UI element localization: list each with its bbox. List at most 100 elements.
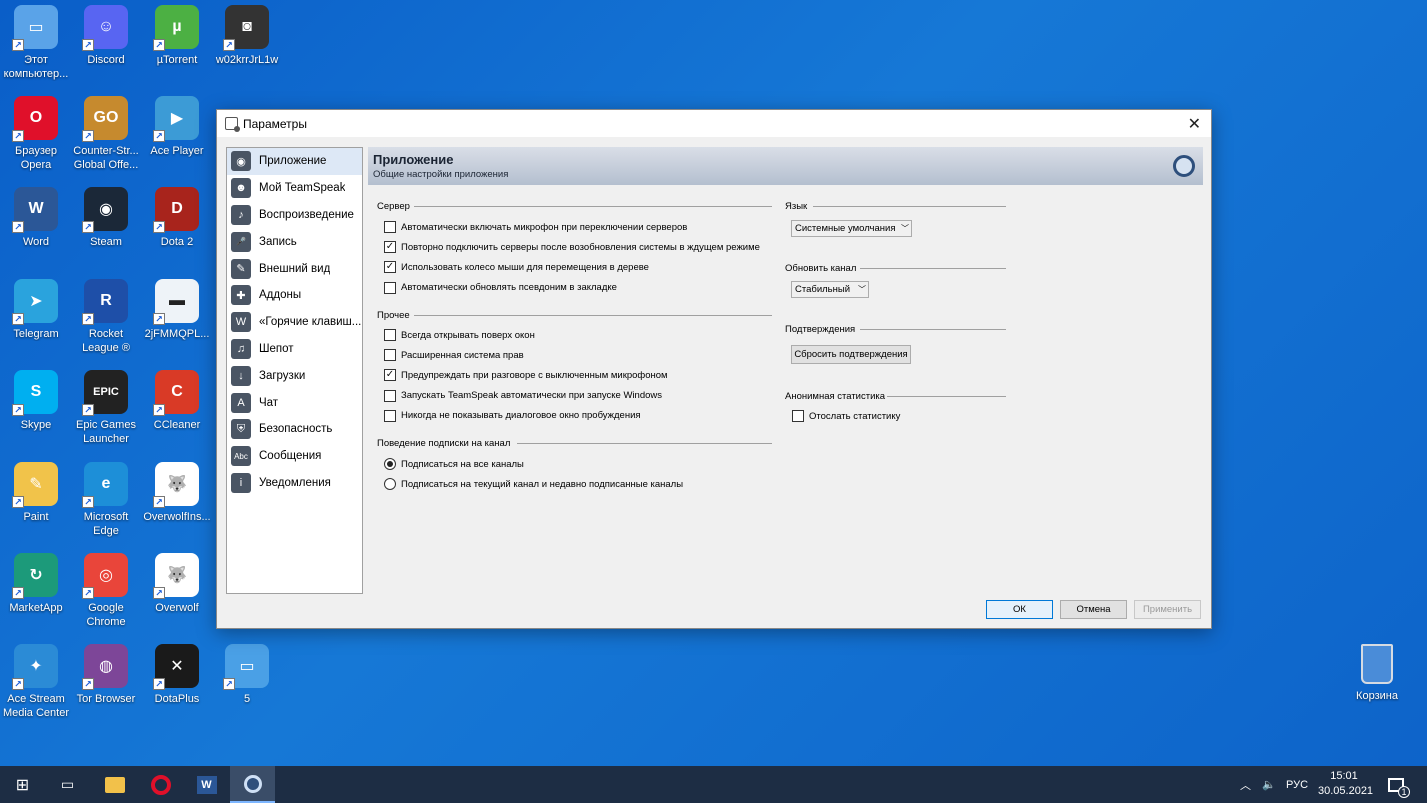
checkbox-box[interactable] [792,410,804,422]
nav-downloads[interactable]: ↓ Загрузки [227,362,362,389]
server-group-label: Сервер [377,201,410,212]
task-view-button[interactable]: ▭ [45,766,90,803]
desktop-shortcut[interactable]: ↻ ↗ MarketApp [0,553,72,641]
radio-button[interactable] [384,478,396,491]
cancel-button[interactable]: Отмена [1060,600,1127,619]
ok-button[interactable]: ОК [986,600,1053,619]
nav-notifications[interactable]: i Уведомления [227,470,362,497]
checkbox-box[interactable]: ✓ [384,261,396,274]
desktop-shortcut[interactable]: ▶ ↗ Ace Player [141,96,213,184]
nav-application[interactable]: ◉ Приложение [227,148,362,175]
shortcut-arrow-icon: ↗ [153,404,165,416]
checkbox-option[interactable]: Автоматически включать микрофон при пере… [384,221,687,233]
shortcut-arrow-icon: ↗ [12,404,24,416]
checkbox-box[interactable] [384,281,396,294]
nav-whisper[interactable]: ♫ Шепот [227,336,362,363]
nav-capture[interactable]: 🎤 Запись [227,228,362,255]
update-channel-select[interactable]: Стабильный ﹀ [791,281,869,298]
chevron-down-icon: ﹀ [901,224,909,233]
desktop-shortcut[interactable]: ▬ ↗ 2jFMMQPL... [141,279,213,367]
action-center-button[interactable]: 1 [1388,766,1410,803]
radio-button[interactable] [384,458,396,470]
checkbox-box[interactable]: ✓ [384,241,396,254]
desktop-shortcut[interactable]: ▭ ↗ Этот компьютер... [0,5,72,93]
nav-my-teamspeak[interactable]: ☻ Мой TeamSpeak [227,175,362,202]
clock[interactable]: 15:01 30.05.2021 [1318,769,1373,799]
close-icon[interactable]: ✕ [1188,114,1201,134]
language-select[interactable]: Системные умолчания ﹀ [791,220,912,237]
nav-design[interactable]: ✎ Внешний вид [227,255,362,282]
nav-chat[interactable]: A Чат [227,389,362,416]
desktop-shortcut[interactable]: ✕ ↗ DotaPlus [141,644,213,732]
desktop-shortcut[interactable]: ▭ ↗ 5 [211,644,283,732]
checkbox-option[interactable]: Автоматически обновлять псевдоним в закл… [384,281,617,294]
nav-playback[interactable]: ♪ Воспроизведение [227,202,362,229]
nav-messages[interactable]: Abc Сообщения [227,443,362,470]
taskbar-explorer[interactable] [92,766,137,803]
teamspeak-logo-icon [1173,155,1195,177]
desktop-shortcut[interactable]: EPIC ↗ Epic Games Launcher [70,370,142,458]
shortcut-arrow-icon: ↗ [12,496,24,508]
checkbox-option[interactable]: Запускать TeamSpeak автоматически при за… [384,389,662,402]
desktop-shortcut-label: DotaPlus [154,693,200,705]
checkbox-option[interactable]: ✓ Повторно подключить серверы после возоб… [384,241,760,254]
desktop-shortcut[interactable]: 🐺 ↗ Overwolf [141,553,213,641]
recycle-bin[interactable]: Корзина [1346,644,1408,702]
desktop-shortcut[interactable]: ➤ ↗ Telegram [0,279,72,367]
folder-icon [104,776,125,793]
taskbar-teamspeak[interactable] [230,766,275,803]
nav-hotkeys[interactable]: W «Горячие клавиш... [227,309,362,336]
desktop-shortcut[interactable]: ◎ ↗ Google Chrome [70,553,142,641]
checkbox-box[interactable]: ✓ [384,369,396,382]
desktop-shortcut[interactable]: µ ↗ µTorrent [141,5,213,93]
desktop-shortcut[interactable]: O ↗ Браузер Opera [0,96,72,184]
language-indicator[interactable]: РУС [1286,766,1308,803]
send-stats-checkbox[interactable]: Отослать статистику [792,410,900,422]
desktop-shortcut[interactable]: S ↗ Skype [0,370,72,458]
desktop-shortcut[interactable]: ✎ ↗ Paint [0,462,72,550]
checkbox-option[interactable]: Всегда открывать поверх окон [384,329,535,341]
checkbox-box[interactable] [384,329,396,341]
desktop-shortcut[interactable]: ✦ ↗ Ace Stream Media Center [0,644,72,732]
checkbox-option[interactable]: Никогда не показывать диалоговое окно пр… [384,409,641,422]
reset-confirmations-button[interactable]: Сбросить подтверждения [791,345,911,364]
checkbox-box[interactable] [384,389,396,402]
checkbox-box[interactable] [384,409,396,422]
desktop-shortcut[interactable]: GO ↗ Counter-Str... Global Offe... [70,96,142,184]
desktop-shortcut[interactable]: ◙ ↗ w02krrJrL1w [211,5,283,93]
show-hidden-icons[interactable]: ︿ [1240,766,1251,803]
checkbox-box[interactable] [384,221,396,233]
nav-label: «Горячие клавиш... [259,316,362,329]
checkbox-option[interactable]: ✓ Использовать колесо мыши для перемещени… [384,261,649,274]
radio-option[interactable]: Подписаться на все каналы [384,458,524,470]
shortcut-arrow-icon: ↗ [82,221,94,233]
checkbox-option[interactable]: Расширенная система прав [384,349,524,362]
desktop-shortcut[interactable]: W ↗ Word [0,187,72,275]
option-label: Никогда не показывать диалоговое окно пр… [401,410,641,422]
desktop-shortcut[interactable]: ◍ ↗ Tor Browser [70,644,142,732]
radio-option[interactable]: Подписаться на текущий канал и недавно п… [384,478,683,491]
desktop-shortcut[interactable]: D ↗ Dota 2 [141,187,213,275]
shortcut-arrow-icon: ↗ [12,221,24,233]
settings-window-icon [225,117,240,132]
apply-button[interactable]: Применить [1134,600,1201,619]
taskbar-opera[interactable] [138,766,183,803]
desktop-shortcut[interactable]: e ↗ Microsoft Edge [70,462,142,550]
confirm-group-label: Подтверждения [785,324,856,335]
opera-icon: O ↗ [12,96,58,142]
start-button[interactable]: ⊞ [0,766,45,803]
desktop-shortcut[interactable]: C ↗ CCleaner [141,370,213,458]
nav-addons[interactable]: ✚ Аддоны [227,282,362,309]
nav-security[interactable]: ⛨ Безопасность [227,416,362,443]
desktop-shortcut[interactable]: ◉ ↗ Steam [70,187,142,275]
checkbox-box[interactable] [384,349,396,362]
nav-label: Приложение [259,155,327,168]
desktop-shortcut[interactable]: R ↗ Rocket League ® [70,279,142,367]
desktop-shortcut[interactable]: 🐺 ↗ OverwolfIns... [141,462,213,550]
desktop-shortcut[interactable]: ☺ ↗ Discord [70,5,142,93]
taskbar-word[interactable]: W [184,766,229,803]
settings-nav: ◉ Приложение ☻ Мой TeamSpeak ♪ Воспроизведени… [226,147,363,594]
checkbox-option[interactable]: ✓ Предупреждать при разговоре с выключенн… [384,369,668,382]
volume-button[interactable]: 🔈 [1262,766,1276,803]
option-label: Расширенная система прав [401,349,524,361]
